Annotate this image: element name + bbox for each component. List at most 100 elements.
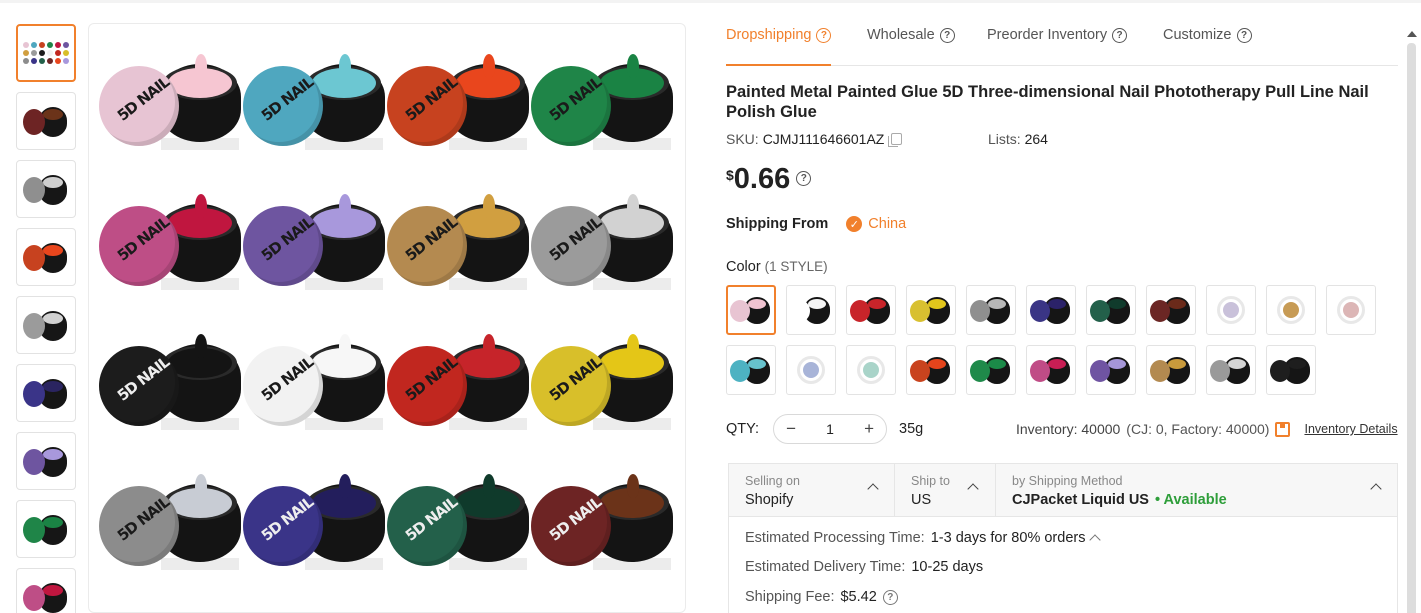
color-swatch-pink[interactable] [726, 285, 776, 335]
inventory-details-link[interactable]: Inventory Details [1304, 422, 1397, 436]
selling-on-select[interactable]: Selling on Shopify [729, 464, 894, 517]
brand-text: 5D NAIL [401, 73, 461, 125]
shipping-fee-row: Shipping Fee: $5.42 ? [745, 589, 898, 605]
brand-text: 5D NAIL [113, 493, 173, 545]
brand-text: 5D NAIL [401, 493, 461, 545]
scrollbar-thumb[interactable] [1407, 43, 1416, 613]
shipping-from-row: Shipping From ✓ China [726, 216, 906, 232]
gallery-thumbnail[interactable] [16, 432, 76, 490]
gallery-thumbnail[interactable] [16, 568, 76, 613]
help-icon[interactable]: ? [796, 171, 812, 186]
lists-label: Lists: [988, 131, 1021, 147]
color-swatch-navy[interactable] [1026, 285, 1076, 335]
gel-jar-image: 5D NAIL [99, 54, 241, 154]
brand-text: 5D NAIL [113, 213, 173, 265]
selling-on-label: Selling on [745, 474, 800, 488]
color-swatch-silver-swirl[interactable] [1206, 345, 1256, 395]
price: $ 0.66 ? [726, 163, 812, 195]
gallery-thumbnail[interactable] [16, 296, 76, 354]
chevron-up-icon [967, 483, 979, 496]
color-swatch-red[interactable] [846, 285, 896, 335]
color-swatch-green[interactable] [966, 345, 1016, 395]
quantity-row: QTY: − + 35g [726, 414, 923, 444]
quantity-stepper: − + [773, 414, 888, 444]
help-icon[interactable]: ? [882, 589, 898, 605]
gel-jar-image: 5D NAIL [387, 194, 529, 294]
main-product-image[interactable]: 5D NAIL 5D NAIL 5D NAIL 5D NAIL 5D NAIL 5D NA… [88, 23, 686, 613]
gallery-thumbnail[interactable] [16, 228, 76, 286]
gel-jar-image: 5D NAIL [99, 474, 241, 574]
gel-jar-image: 5D NAIL [99, 334, 241, 434]
weight: 35g [899, 421, 924, 437]
color-swatch-purple[interactable] [1086, 345, 1136, 395]
gallery-thumbnail[interactable] [16, 500, 76, 558]
copy-icon[interactable] [888, 133, 903, 147]
shipping-method-row: CJPacket Liquid US • Available [1012, 492, 1381, 508]
gallery-thumbnail[interactable] [16, 24, 76, 82]
gel-jar-image: 5D NAIL [531, 334, 673, 434]
gallery-thumbnail[interactable] [16, 364, 76, 422]
quantity-input[interactable] [810, 421, 851, 437]
chevron-up-icon[interactable] [1089, 534, 1102, 546]
ship-to-select[interactable]: Ship to US [895, 464, 995, 517]
gallery-thumbnail[interactable] [16, 160, 76, 218]
tab-preorder-inventory[interactable]: Preorder Inventory ? [987, 27, 1128, 43]
gel-jar-image: 5D NAIL [243, 194, 385, 294]
color-swatch-orange[interactable] [906, 345, 956, 395]
currency-symbol: $ [726, 167, 734, 183]
fee-value: $5.42 [840, 589, 877, 605]
color-swatch-blue-dish[interactable] [786, 345, 836, 395]
gel-jar-image: 5D NAIL [387, 474, 529, 574]
gallery-thumbnail[interactable] [16, 92, 76, 150]
scroll-up-arrow-icon[interactable] [1407, 31, 1417, 37]
selling-on-value: Shopify [745, 492, 794, 508]
brand-text: 5D NAIL [257, 353, 317, 405]
color-swatch-silver[interactable] [966, 285, 1016, 335]
top-divider [0, 0, 1421, 3]
shipping-method-select[interactable]: by Shipping Method CJPacket Liquid US • A… [996, 464, 1397, 517]
product-title: Painted Metal Painted Glue 5D Three-dime… [726, 83, 1369, 121]
tab-label: Customize [1163, 27, 1232, 43]
delivery-value: 10-25 days [911, 559, 984, 575]
processing-label: Estimated Processing Time: [745, 530, 925, 546]
brand-text: 5D NAIL [257, 493, 317, 545]
tab-wholesale[interactable]: Wholesale ? [867, 27, 955, 43]
color-swatch-teal[interactable] [726, 345, 776, 395]
shipping-method-value: CJPacket Liquid US [1012, 492, 1149, 508]
help-icon[interactable]: ? [1236, 27, 1252, 43]
color-swatch-black[interactable] [1266, 345, 1316, 395]
gel-jar-image: 5D NAIL [99, 194, 241, 294]
help-icon[interactable]: ? [816, 27, 832, 43]
tab-label: Wholesale [867, 27, 935, 43]
color-swatch-rose-dish[interactable] [1326, 285, 1376, 335]
color-swatch-dark-green[interactable] [1086, 285, 1136, 335]
color-swatch-white[interactable] [786, 285, 836, 335]
help-icon[interactable]: ? [1112, 27, 1128, 43]
brand-text: 5D NAIL [113, 73, 173, 125]
color-style-count: (1 STYLE) [764, 259, 828, 274]
qty-label: QTY: [726, 421, 760, 437]
color-swatch-gold[interactable] [1146, 345, 1196, 395]
gel-jar-image: 5D NAIL [531, 474, 673, 574]
color-swatch-lavender-dish[interactable] [1206, 285, 1256, 335]
color-swatch-yellow[interactable] [906, 285, 956, 335]
warehouse-icon [1275, 421, 1291, 437]
tab-dropshipping[interactable]: Dropshipping ? [726, 27, 832, 66]
tab-label: Dropshipping [726, 27, 812, 43]
help-icon[interactable]: ? [939, 27, 955, 43]
color-swatch-mint-dish[interactable] [846, 345, 896, 395]
decrement-button[interactable]: − [784, 419, 798, 439]
shipping-from-option[interactable]: ✓ China [846, 216, 906, 232]
color-swatch-brown[interactable] [1146, 285, 1196, 335]
tab-label: Preorder Inventory [987, 27, 1108, 43]
increment-button[interactable]: + [862, 419, 876, 439]
gel-jar-image: 5D NAIL [243, 334, 385, 434]
delivery-time-row: Estimated Delivery Time: 10-25 days [745, 559, 983, 575]
scrollbar[interactable] [1403, 23, 1421, 613]
delivery-label: Estimated Delivery Time: [745, 559, 906, 575]
color-swatch-gold-dish[interactable] [1266, 285, 1316, 335]
thumbnail-strip [16, 24, 76, 613]
color-label: Color (1 STYLE) [726, 259, 828, 275]
color-swatch-magenta[interactable] [1026, 345, 1076, 395]
tab-customize[interactable]: Customize ? [1163, 27, 1252, 43]
